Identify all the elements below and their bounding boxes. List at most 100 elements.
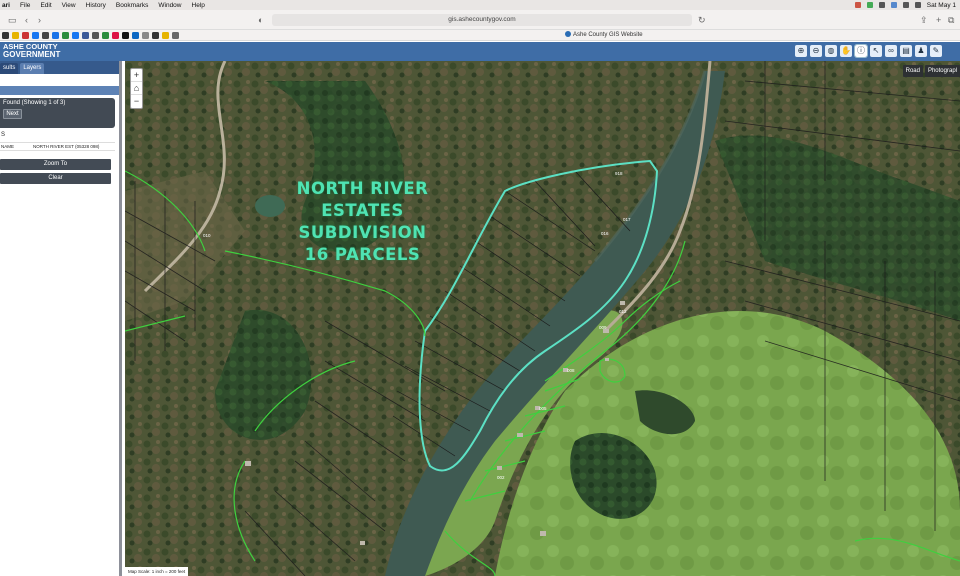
section-label: S <box>1 132 6 138</box>
menu-window[interactable]: Window <box>158 2 181 9</box>
panel-section-bar <box>0 86 119 95</box>
zoom-to-button[interactable]: Zoom To <box>0 159 111 170</box>
map-toolbar: ⊕ ⊖ ◍ ✋ ⓘ ↖ ∞ ▤ ♟ ✎ <box>795 44 942 58</box>
globe-icon[interactable]: ◍ <box>825 45 837 57</box>
clear-button[interactable]: Clear <box>0 173 111 184</box>
forward-icon[interactable]: › <box>38 15 41 25</box>
address-bar[interactable]: gis.ashecountygov.com <box>272 14 692 26</box>
results-panel: sults Layers Found (Showing 1 of 3) Next… <box>0 61 122 576</box>
favorite-icon[interactable] <box>62 31 69 39</box>
annotation-line: NORTH RIVER <box>296 179 429 198</box>
map-nav-control: + ⌂ − <box>130 68 143 109</box>
zoom-out-icon[interactable]: ⊖ <box>810 45 822 57</box>
favorite-icon[interactable] <box>2 31 9 39</box>
map-zoom-out-button[interactable]: − <box>131 95 142 108</box>
map-zoom-in-button[interactable]: + <box>131 69 142 82</box>
menu-app[interactable]: ari <box>2 2 10 9</box>
basemap-road-button[interactable]: Road <box>902 65 923 77</box>
select-arrow-icon[interactable]: ↖ <box>870 45 882 57</box>
annotation-line: ESTATES <box>321 201 404 220</box>
map-home-button[interactable]: ⌂ <box>131 82 142 95</box>
panel-spacer <box>0 74 119 86</box>
menu-view[interactable]: View <box>62 2 76 9</box>
status-area: Sat May 1 <box>854 2 960 9</box>
person-icon[interactable]: ♟ <box>915 45 927 57</box>
privacy-shield-icon[interactable]: ◐ <box>258 15 263 25</box>
subdivision-annotation: NORTH RIVER ESTATES SUBDIVISION 16 PARCE… <box>275 178 450 266</box>
favorite-icon[interactable] <box>72 31 79 39</box>
pencil-icon[interactable]: ✎ <box>930 45 942 57</box>
aerial-imagery <box>125 61 960 576</box>
favorites-bar <box>0 30 960 41</box>
parcel-label[interactable]: 012 <box>619 309 627 314</box>
active-tab[interactable]: Ashe County GIS Website <box>565 31 643 38</box>
logo-line-2: GOVERNMENT <box>3 49 61 59</box>
county-logo[interactable]: ASHE COUNTY GOVERNMENT <box>3 43 60 58</box>
annotation-line: 16 PARCELS <box>304 245 421 264</box>
binoculars-icon[interactable]: ∞ <box>885 45 897 57</box>
favorite-icon[interactable] <box>32 31 39 39</box>
parcel-label[interactable]: 009 <box>599 325 607 330</box>
next-button[interactable]: Next <box>3 109 22 119</box>
favorite-icon[interactable] <box>132 31 139 39</box>
share-icon[interactable]: ⇪ <box>920 15 928 26</box>
found-text: Found (Showing 1 of 3) <box>3 100 66 106</box>
pan-hand-icon[interactable]: ✋ <box>840 45 852 57</box>
basemap-photo-button[interactable]: Photograpl <box>924 65 960 77</box>
favorite-icon[interactable] <box>42 31 49 39</box>
parcel-label[interactable]: 008 <box>567 368 575 373</box>
result-key: NAME <box>1 144 15 149</box>
parcel-label[interactable]: 002 <box>497 475 505 480</box>
print-icon[interactable]: ▤ <box>900 45 912 57</box>
favorite-icon[interactable] <box>112 31 119 39</box>
globe-favicon-icon <box>565 31 571 37</box>
menu-bookmarks[interactable]: Bookmarks <box>116 2 149 9</box>
panel-tabs: sults Layers <box>0 61 119 74</box>
parcel-label[interactable]: 010 <box>203 233 211 238</box>
zoom-in-icon[interactable]: ⊕ <box>795 45 807 57</box>
found-summary: Found (Showing 1 of 3) Next <box>0 98 115 128</box>
sidebar-toggle-icon[interactable]: ▭ <box>8 15 17 26</box>
browser-toolbar: ▭ ‹ › ◐ gis.ashecountygov.com ↻ ⇪ + ⧉ <box>0 10 960 30</box>
parcel-label[interactable]: 017 <box>623 217 631 222</box>
info-icon[interactable]: ⓘ <box>854 44 868 58</box>
menu-file[interactable]: File <box>20 2 30 9</box>
favorite-icon[interactable] <box>172 31 179 39</box>
favorite-icon[interactable] <box>12 31 19 39</box>
favorite-icon[interactable] <box>92 31 99 39</box>
new-tab-icon[interactable]: + <box>936 15 941 25</box>
favorite-icon[interactable] <box>22 31 29 39</box>
wifi-icon[interactable] <box>902 2 909 8</box>
parcel-label[interactable]: 005 <box>539 406 547 411</box>
status-app-icon[interactable] <box>866 2 873 8</box>
menu-history[interactable]: History <box>86 2 106 9</box>
tab-layers[interactable]: Layers <box>20 63 45 74</box>
result-row[interactable]: NAME NORTH RIVER EST (05328 098) <box>0 142 115 151</box>
favorite-icon[interactable] <box>152 31 159 39</box>
tab-title: Ashe County GIS Website <box>573 32 643 38</box>
status-app-icon[interactable] <box>854 2 861 8</box>
status-app-icon[interactable] <box>890 2 897 8</box>
favorite-icon[interactable] <box>142 31 149 39</box>
tabs-overview-icon[interactable]: ⧉ <box>948 15 954 26</box>
map-view[interactable]: NORTH RIVER ESTATES SUBDIVISION 16 PARCE… <box>125 61 960 576</box>
menu-help[interactable]: Help <box>192 2 205 9</box>
menu-edit[interactable]: Edit <box>40 2 51 9</box>
favorite-icon[interactable] <box>122 31 129 39</box>
parcel-label[interactable]: 918 <box>615 171 623 176</box>
favorite-icon[interactable] <box>52 31 59 39</box>
macos-menubar: ari File Edit View History Bookmarks Win… <box>0 0 960 10</box>
battery-icon[interactable] <box>914 2 921 8</box>
favorite-icon[interactable] <box>162 31 169 39</box>
parcel-label[interactable]: 016 <box>601 231 609 236</box>
basemap-switcher: Road Photograpl <box>902 65 960 77</box>
annotation-line: SUBDIVISION <box>298 223 427 242</box>
menubar-clock[interactable]: Sat May 1 <box>927 2 956 9</box>
favorite-icon[interactable] <box>102 31 109 39</box>
back-icon[interactable]: ‹ <box>25 15 28 25</box>
tab-results[interactable]: sults <box>0 63 19 74</box>
result-value: NORTH RIVER EST (05328 098) <box>33 144 100 149</box>
reload-icon[interactable]: ↻ <box>698 15 706 26</box>
favorite-icon[interactable] <box>82 31 89 39</box>
status-app-icon[interactable] <box>878 2 885 8</box>
